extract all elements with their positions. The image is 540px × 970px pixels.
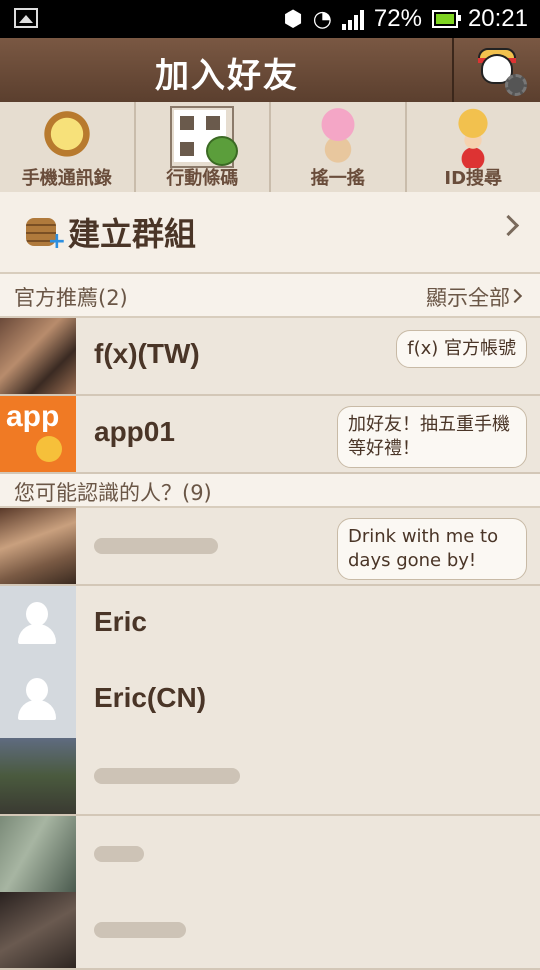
list-item[interactable]: f(x)(TW) f(x) 官方帳號 [0,318,540,396]
tab-contacts[interactable]: 手機通訊錄 [0,102,136,192]
show-all-link[interactable]: 顯示全部 [426,282,510,312]
list-item[interactable]: app app01 加好友！抽五重手機等好禮！ [0,396,540,474]
status-bar: ⬢ ◔ 72% 20:21 [0,0,540,38]
wifi-icon: ◔ [313,7,332,32]
add-method-tabs: 手機通訊錄 行動條碼 搖一搖 ID搜尋 [0,102,540,194]
bluetooth-icon: ⬢ [283,7,302,32]
lion-ship-icon [35,106,99,168]
chevron-right-icon [508,289,522,303]
tab-id-search[interactable]: ID搜尋 [407,102,540,192]
avatar [0,318,76,394]
avatar: app [0,396,76,472]
settings-button[interactable] [452,38,540,102]
barrel-add-icon [26,218,56,246]
battery-icon [432,10,458,28]
tab-qr-code[interactable]: 行動條碼 [136,102,272,192]
avatar [0,508,76,584]
page-title: 加入好友 [0,48,454,97]
section-title: 官方推薦(2) [14,282,128,312]
qr-code-icon [170,106,234,168]
signal-icon [342,8,364,30]
status-message-bubble: 加好友！抽五重手機等好禮！ [337,406,527,468]
default-avatar-icon [0,662,76,738]
official-section-header: 官方推薦(2) 顯示全部 [0,274,540,318]
friend-name: f(x)(TW) [94,338,200,370]
tab-shake[interactable]: 搖一搖 [271,102,407,192]
list-item[interactable] [0,738,540,816]
app-header: 加入好友 [0,38,540,104]
clock: 20:21 [468,5,528,33]
avatar [0,892,76,968]
friend-name: Eric [94,606,147,638]
luffy-icon [441,106,505,168]
blurred-name [94,922,186,938]
may-know-section-header: 您可能認識的人？(9) [0,474,540,508]
create-group-button[interactable]: 建立群組 [0,192,540,274]
blurred-name [94,538,218,554]
blurred-name [94,846,144,862]
list-item[interactable]: Eric(CN) [0,662,540,740]
friend-name: Eric(CN) [94,682,206,714]
list-item[interactable]: Drink with me to days gone by! [0,508,540,586]
list-item[interactable] [0,892,540,970]
image-notification-icon [14,8,38,28]
chopper-icon [306,106,370,168]
create-group-label: 建立群組 [68,209,196,255]
friend-name: app01 [94,416,175,448]
app-logo-icon: app [6,400,59,434]
status-message-bubble: Drink with me to days gone by! [337,518,527,580]
status-message-bubble: f(x) 官方帳號 [396,330,527,368]
default-avatar-icon [0,586,76,662]
section-title: 您可能認識的人？(9) [14,477,212,507]
avatar [0,816,76,892]
avatar [0,738,76,814]
blurred-name [94,768,240,784]
skull-settings-icon [471,44,523,96]
battery-percent: 72% [374,5,422,33]
list-item[interactable] [0,816,540,894]
chevron-right-icon [498,215,519,236]
list-item[interactable]: Eric [0,586,540,664]
